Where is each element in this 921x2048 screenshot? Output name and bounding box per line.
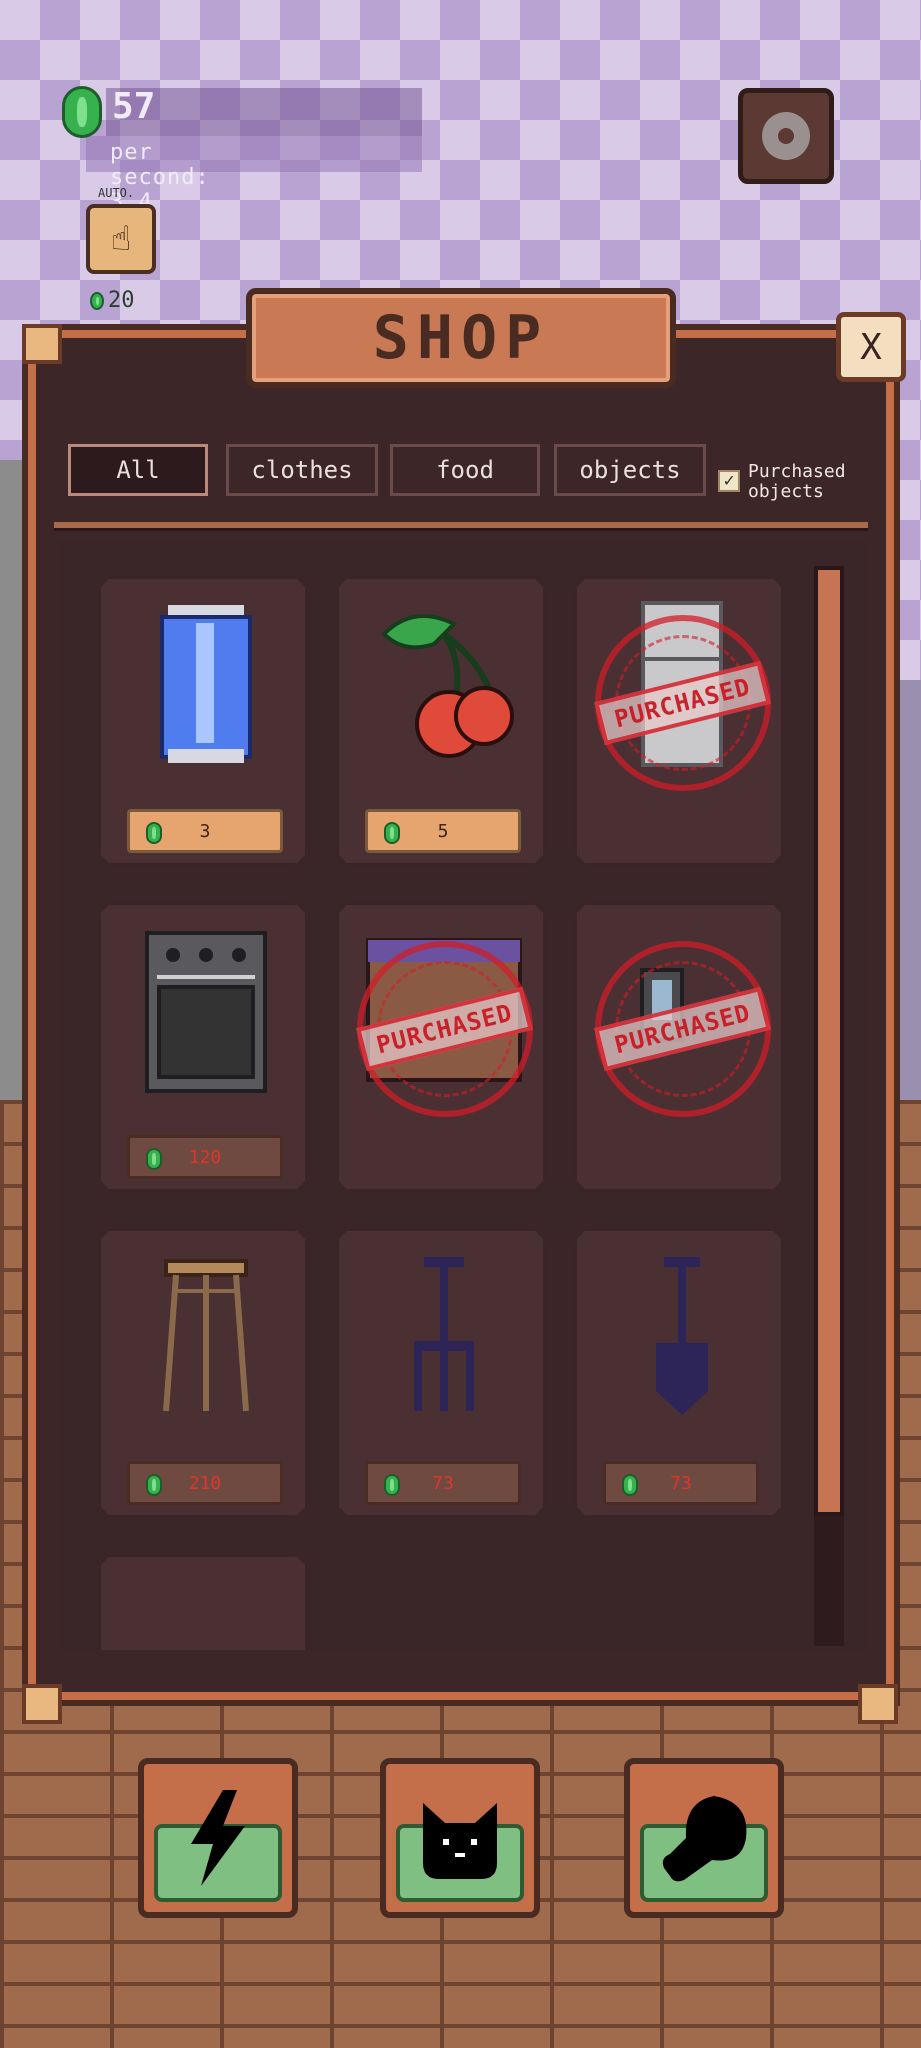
shop-item-appliance[interactable]: PURCHASED xyxy=(574,902,784,1192)
panel-corner xyxy=(22,1684,62,1724)
shop-title: SHOP xyxy=(372,303,550,373)
close-icon: X xyxy=(860,326,882,368)
tab-clothes[interactable]: clothes xyxy=(226,444,378,496)
coin-icon xyxy=(90,292,104,310)
purchased-stamp: PURCHASED xyxy=(595,941,771,1117)
cat-button[interactable] xyxy=(380,1758,540,1918)
auto-click-price: 20 xyxy=(90,288,135,313)
purchased-objects-checkbox[interactable]: ✓ xyxy=(718,470,740,492)
coin-icon xyxy=(146,822,162,844)
shop-item-oven[interactable]: 120 xyxy=(98,902,308,1192)
shop-item-soda[interactable]: 3 xyxy=(98,576,308,866)
price-tag: 3 xyxy=(127,809,283,853)
lightning-icon xyxy=(191,1790,245,1886)
price-tag: 73 xyxy=(365,1461,521,1505)
stool-icon xyxy=(156,1251,256,1421)
price-tag: 210 xyxy=(127,1461,283,1505)
shop-item-shovel[interactable]: 73 xyxy=(574,1228,784,1518)
drumstick-icon xyxy=(662,1796,747,1882)
panel-corner xyxy=(858,1684,898,1724)
shop-title-plate: SHOP xyxy=(246,288,676,388)
pitchfork-icon xyxy=(404,1251,484,1421)
purchased-stamp: PURCHASED xyxy=(357,941,533,1117)
price-tag: 73 xyxy=(603,1461,759,1505)
price-tag: 5 xyxy=(365,809,521,853)
right-wall-fixture xyxy=(890,680,921,1100)
coin-icon xyxy=(146,1474,162,1496)
coin-icon xyxy=(622,1474,638,1496)
shop-item-hat[interactable] xyxy=(98,1554,308,1650)
shop-item-cherries[interactable]: 5 xyxy=(336,576,546,866)
coin-icon xyxy=(146,1148,162,1170)
shop-item-cabinet[interactable]: PURCHASED xyxy=(336,902,546,1192)
boost-button[interactable] xyxy=(138,1758,298,1918)
price-tag: 120 xyxy=(127,1135,283,1179)
auto-click-button[interactable]: ☝ xyxy=(86,204,156,274)
close-button[interactable]: X xyxy=(836,312,906,382)
oven-icon xyxy=(143,925,269,1095)
tab-all[interactable]: All xyxy=(68,444,208,496)
shop-item-stool[interactable]: 210 xyxy=(98,1228,308,1518)
settings-button[interactable] xyxy=(738,88,834,184)
tabs-divider xyxy=(54,522,868,531)
purchased-stamp: PURCHASED xyxy=(595,615,771,791)
shovel-icon xyxy=(642,1251,722,1421)
coin-icon xyxy=(62,86,102,138)
food-button[interactable] xyxy=(624,1758,784,1918)
panel-corner xyxy=(22,324,62,364)
gear-icon xyxy=(762,112,810,160)
soda-can-icon xyxy=(156,599,256,769)
coin-icon xyxy=(384,822,400,844)
scrollbar-thumb[interactable] xyxy=(814,566,844,1516)
cat-icon xyxy=(423,1803,497,1879)
coin-icon xyxy=(384,1474,400,1496)
shop-item-fridge[interactable]: PURCHASED xyxy=(574,576,784,866)
coin-count: 57 xyxy=(112,86,156,127)
tap-hand-icon: ☝ xyxy=(110,219,132,259)
shop-item-pitchfork[interactable]: 73 xyxy=(336,1228,546,1518)
cherries-icon xyxy=(364,604,524,764)
shop-item-grid: 3 5 PURCHASED 120 PURCHASED PURCHASED 21… xyxy=(58,540,868,1650)
purchased-objects-label: Purchased objects xyxy=(748,461,846,502)
tab-objects[interactable]: objects xyxy=(554,444,706,496)
tab-food[interactable]: food xyxy=(390,444,540,496)
auto-label: AUTO. xyxy=(98,186,135,200)
hat-icon xyxy=(166,1602,246,1650)
